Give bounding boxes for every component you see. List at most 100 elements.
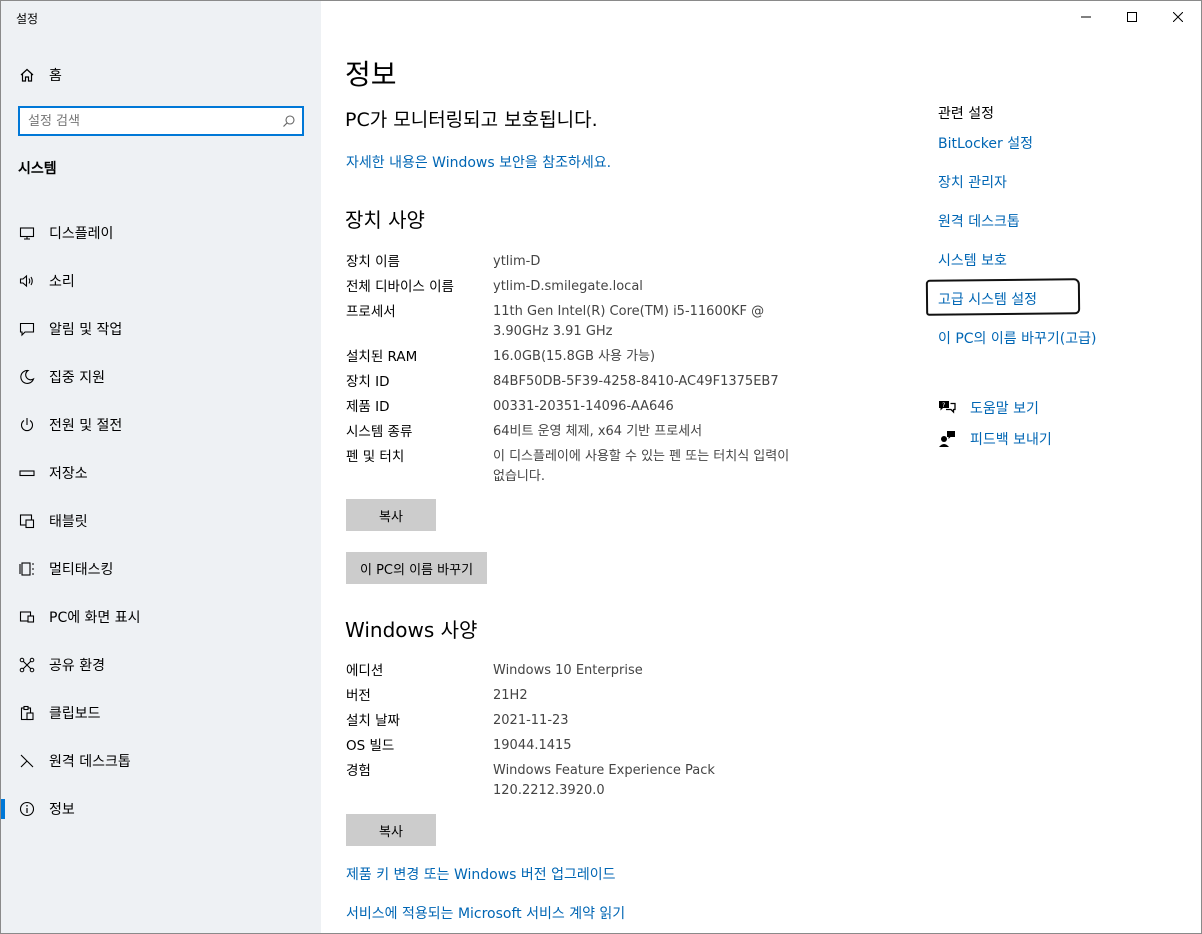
home-label: 홈: [49, 68, 62, 84]
spec-value: 64비트 운영 체제, x64 기반 프로세서: [493, 424, 703, 439]
spec-row: 장치 ID 84BF50DB-5F39-4258-8410-AC49F1375EB…: [346, 372, 793, 392]
spec-row: 전체 디바이스 이름 ytlim-D.smilegate.local: [346, 277, 793, 297]
multitasking-icon: [19, 561, 35, 577]
help-section: ? 도움말 보기 피드백 보내기: [938, 392, 1052, 454]
settings-window: 설정 홈 시스템 디스플레이 소리 알림 및 작업: [0, 0, 1202, 934]
spec-key: 장치 ID: [346, 374, 390, 390]
spec-value: Windows 10 Enterprise: [493, 663, 643, 678]
spec-row: 시스템 종류 64비트 운영 체제, x64 기반 프로세서: [346, 422, 793, 442]
copy-device-specs-button[interactable]: 복사: [346, 499, 436, 531]
notification-icon: [19, 321, 35, 337]
get-help-label: 도움말 보기: [970, 400, 1039, 417]
spec-key: 제품 ID: [346, 399, 390, 415]
power-icon: [19, 417, 35, 433]
sidebar-item-focus-assist[interactable]: 집중 지원: [1, 353, 321, 401]
main-content: 정보 PC가 모니터링되고 보호됩니다. 자세한 내용은 Windows 보안을…: [321, 1, 1201, 933]
spec-key: 설치된 RAM: [346, 349, 418, 365]
sidebar-item-display[interactable]: 디스플레이: [1, 209, 321, 257]
change-product-key-link[interactable]: 제품 키 변경 또는 Windows 버전 업그레이드: [346, 864, 616, 884]
sidebar-item-label: PC에 화면 표시: [49, 610, 141, 626]
spec-key: 전체 디바이스 이름: [346, 279, 454, 295]
sidebar-item-label: 클립보드: [49, 706, 101, 722]
spec-row: 제품 ID 00331-20351-14096-AA646: [346, 397, 793, 417]
spec-key: 버전: [346, 688, 371, 704]
spec-row: 버전 21H2: [346, 686, 793, 706]
sidebar-item-label: 소리: [49, 274, 75, 290]
sidebar-item-multitasking[interactable]: 멀티태스킹: [1, 545, 321, 593]
spec-key: 프로세서: [346, 304, 396, 320]
spec-key: 설치 날짜: [346, 713, 400, 729]
device-manager-link[interactable]: 장치 관리자: [938, 172, 1198, 211]
sidebar-item-tablet[interactable]: 태블릿: [1, 497, 321, 545]
storage-icon: [19, 465, 35, 481]
moon-icon: [19, 369, 35, 385]
sidebar-item-remote-desktop[interactable]: 원격 데스크톱: [1, 737, 321, 785]
send-feedback-link[interactable]: 피드백 보내기: [938, 423, 1052, 454]
spec-key: 경험: [346, 763, 371, 779]
advanced-system-settings-link[interactable]: 고급 시스템 설정: [938, 289, 1037, 309]
sidebar-item-label: 멀티태스킹: [49, 562, 114, 578]
related-settings: 관련 설정 BitLocker 설정 장치 관리자 원격 데스크톱 시스템 보호…: [938, 103, 1198, 367]
rename-pc-button[interactable]: 이 PC의 이름 바꾸기: [346, 552, 488, 584]
get-help-link[interactable]: ? 도움말 보기: [938, 392, 1052, 423]
sidebar-home[interactable]: 홈: [19, 64, 62, 86]
protection-status: PC가 모니터링되고 보호됩니다.: [345, 109, 598, 131]
sidebar-item-label: 저장소: [49, 466, 88, 482]
spec-value: 21H2: [493, 688, 528, 703]
device-specs-heading: 장치 사양: [345, 208, 425, 232]
service-agreement-link[interactable]: 서비스에 적용되는 Microsoft 서비스 계약 읽기: [346, 903, 625, 923]
spec-row: 펜 및 터치 이 디스플레이에 사용할 수 있는 펜 또는 터치식 입력이 없습니…: [346, 447, 793, 487]
windows-security-link[interactable]: 자세한 내용은 Windows 보안을 참조하세요.: [346, 152, 611, 172]
feedback-icon: [939, 430, 955, 447]
sidebar-item-sound[interactable]: 소리: [1, 257, 321, 305]
send-feedback-label: 피드백 보내기: [970, 431, 1052, 448]
related-settings-heading: 관련 설정: [938, 106, 994, 122]
sidebar-item-notifications[interactable]: 알림 및 작업: [1, 305, 321, 353]
page-title: 정보: [345, 58, 397, 91]
sidebar-item-label: 디스플레이: [49, 226, 114, 242]
spec-row: OS 빌드 19044.1415: [346, 736, 793, 756]
sidebar-nav: 디스플레이 소리 알림 및 작업 집중 지원 전원 및 절전 저장소 태블릿 멀…: [1, 209, 321, 833]
bitlocker-settings-link[interactable]: BitLocker 설정: [938, 133, 1198, 172]
window-title: 설정: [16, 12, 39, 26]
shared-icon: [19, 657, 35, 673]
sidebar-item-power[interactable]: 전원 및 절전: [1, 401, 321, 449]
spec-value: 이 디스플레이에 사용할 수 있는 펜 또는 터치식 입력이 없습니다.: [493, 449, 790, 484]
sidebar-item-label: 집중 지원: [49, 370, 105, 386]
sidebar-item-storage[interactable]: 저장소: [1, 449, 321, 497]
clipboard-icon: [19, 705, 35, 721]
spec-row: 경험 Windows Feature Experience Pack 120.22…: [346, 761, 793, 801]
home-icon: [20, 68, 34, 82]
info-icon: [19, 801, 35, 817]
sidebar-item-shared-experiences[interactable]: 공유 환경: [1, 641, 321, 689]
sidebar-item-project[interactable]: PC에 화면 표시: [1, 593, 321, 641]
sidebar: 설정 홈 시스템 디스플레이 소리 알림 및 작업: [1, 1, 321, 933]
spec-value: 19044.1415: [493, 738, 572, 753]
speaker-icon: [19, 273, 35, 289]
search-input[interactable]: [20, 108, 278, 134]
spec-row: 설치된 RAM 16.0GB(15.8GB 사용 가능): [346, 347, 793, 367]
windows-specs-table: 에디션 Windows 10 Enterprise 버전 21H2 설치 날짜 202…: [346, 661, 793, 806]
sidebar-item-label: 공유 환경: [49, 658, 105, 674]
search-icon[interactable]: [282, 114, 296, 128]
monitor-icon: [19, 225, 35, 241]
search-box[interactable]: [18, 106, 304, 136]
spec-value: 2021-11-23: [493, 713, 569, 728]
project-icon: [19, 609, 35, 625]
sidebar-item-label: 태블릿: [49, 514, 88, 530]
sidebar-item-label: 알림 및 작업: [49, 322, 123, 338]
windows-specs-heading: Windows 사양: [345, 618, 478, 642]
spec-value: 11th Gen Intel(R) Core(TM) i5-11600KF @ …: [493, 304, 765, 339]
remote-desktop-link[interactable]: 원격 데스크톱: [938, 211, 1198, 250]
sidebar-item-about[interactable]: 정보: [1, 785, 321, 833]
spec-value: ytlim-D.smilegate.local: [493, 279, 643, 294]
sidebar-item-clipboard[interactable]: 클립보드: [1, 689, 321, 737]
rename-pc-advanced-link[interactable]: 이 PC의 이름 바꾸기(고급): [938, 328, 1198, 367]
spec-key: 에디션: [346, 663, 384, 679]
spec-key: 시스템 종류: [346, 424, 413, 440]
spec-value: 84BF50DB-5F39-4258-8410-AC49F1375EB7: [493, 374, 779, 389]
copy-windows-specs-button[interactable]: 복사: [346, 814, 436, 846]
device-specs-table: 장치 이름 ytlim-D 전체 디바이스 이름 ytlim-D.smilegate…: [346, 252, 793, 492]
spec-value: Windows Feature Experience Pack 120.2212…: [493, 763, 715, 798]
spec-row: 에디션 Windows 10 Enterprise: [346, 661, 793, 681]
